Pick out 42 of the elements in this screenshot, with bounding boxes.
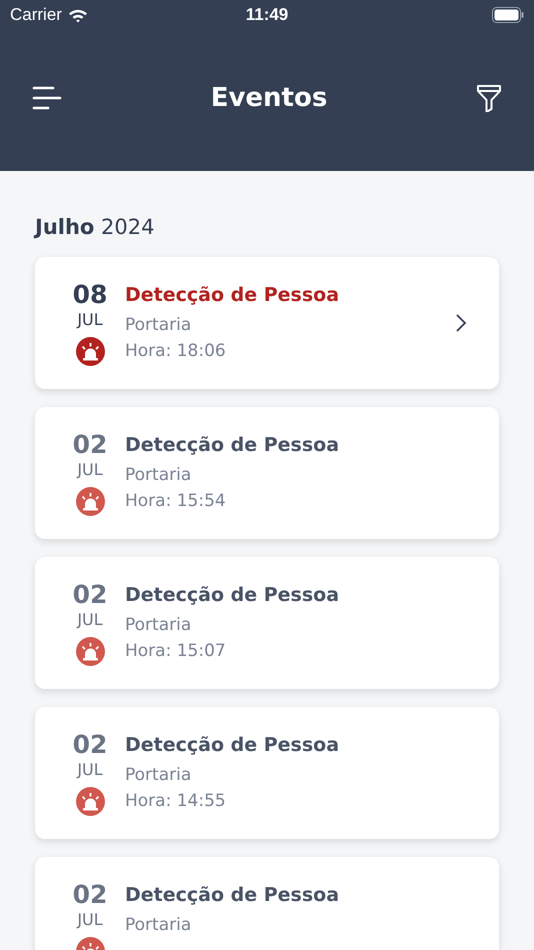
event-title: Detecção de Pessoa: [125, 583, 340, 608]
event-card[interactable]: 02 JUL Detecção de Pessoa Portaria Hora: 15:07: [35, 557, 499, 689]
event-location: Portaria: [125, 464, 192, 487]
clock-time: 11:49: [246, 5, 288, 25]
event-month: JUL: [77, 609, 103, 631]
event-card[interactable]: 08 JUL Detecção de Pessoa Portaria Hora: 18:06: [35, 257, 499, 389]
event-location: Portaria: [125, 764, 192, 787]
event-title: Detecção de Pessoa: [125, 433, 340, 458]
event-location: Portaria: [125, 314, 192, 337]
battery-icon: [492, 7, 524, 23]
event-title: Detecção de Pessoa: [125, 883, 340, 908]
siren-icon: [76, 787, 104, 816]
event-location: Portaria: [125, 914, 192, 937]
event-day: 02: [72, 881, 108, 909]
event-time: Hora: 15:54: [125, 490, 227, 513]
event-card[interactable]: 02 JUL Detecção de Pessoa Portaria: [35, 857, 499, 950]
event-month: JUL: [77, 909, 103, 931]
siren-icon: [76, 337, 104, 366]
event-location: Portaria: [125, 614, 192, 637]
filter-button[interactable]: [476, 84, 502, 112]
siren-icon: [76, 637, 104, 666]
event-card[interactable]: 02 JUL Detecção de Pessoa Portaria Hora: 15:54: [35, 407, 499, 539]
event-time: Hora: 14:55: [125, 790, 227, 813]
siren-icon: [76, 487, 104, 516]
event-month: JUL: [77, 309, 103, 331]
event-day: 02: [72, 431, 108, 459]
event-month: JUL: [77, 459, 103, 481]
event-card[interactable]: 02 JUL Detecção de Pessoa Portaria Hora: 14:55: [35, 707, 499, 839]
carrier-label: Carrier: [10, 5, 62, 25]
event-day: 02: [72, 731, 108, 759]
event-title: Detecção de Pessoa: [125, 733, 340, 758]
event-title: Detecção de Pessoa: [125, 283, 340, 308]
event-day: 02: [72, 581, 108, 609]
menu-button[interactable]: [32, 86, 62, 110]
event-day: 08: [72, 281, 108, 309]
wifi-icon: [68, 8, 88, 22]
month-heading: Julho 2024: [35, 215, 156, 239]
event-time: Hora: 18:06: [125, 340, 227, 363]
event-month: JUL: [77, 759, 103, 781]
page-title: Eventos: [210, 83, 328, 113]
chevron-icon: [455, 313, 467, 333]
event-time: Hora: 15:07: [125, 640, 227, 663]
